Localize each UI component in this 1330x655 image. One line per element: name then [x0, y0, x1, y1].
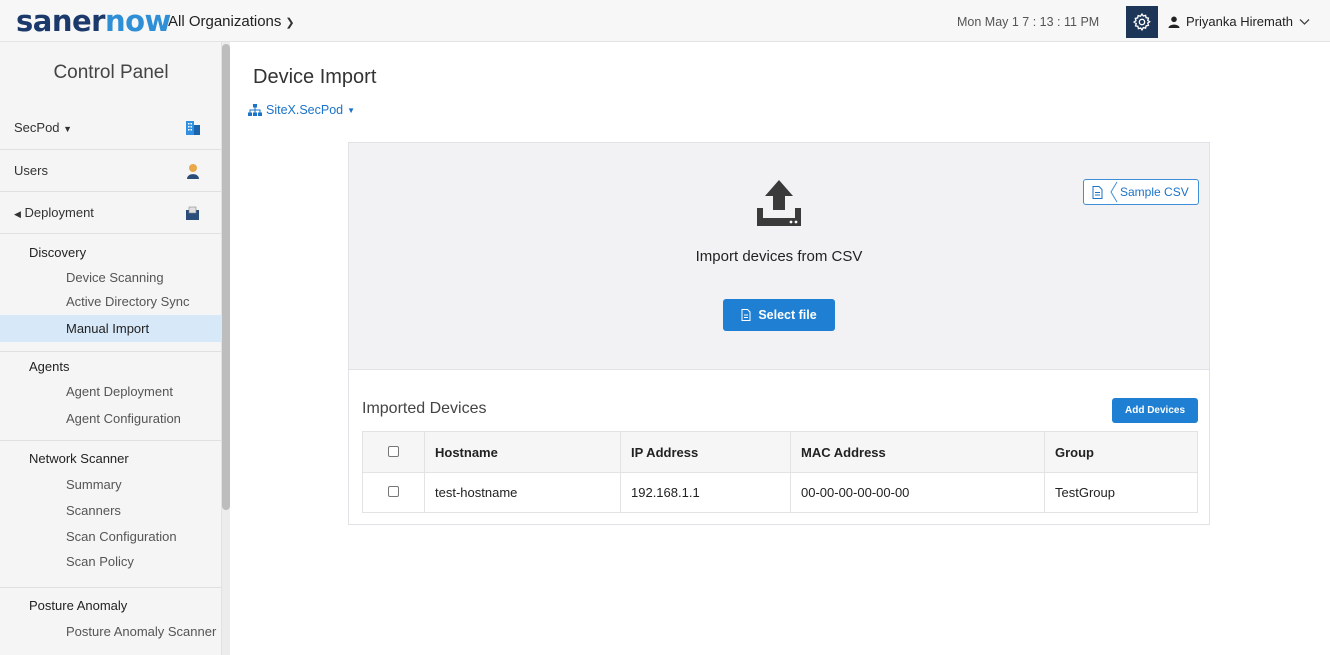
file-icon: [1084, 185, 1110, 199]
sidebar-divider: [0, 351, 222, 352]
site-selector-label: SiteX.SecPod: [266, 103, 344, 117]
sidebar-title: Control Panel: [53, 62, 169, 83]
user-name: Priyanka Hiremath: [1186, 14, 1293, 29]
user-menu[interactable]: Priyanka Hiremath: [1168, 14, 1310, 29]
row-select-cell: [362, 472, 425, 513]
sitemap-icon: [248, 104, 262, 116]
user-avatar-icon: [187, 163, 199, 179]
sidebar-divider: [0, 587, 222, 588]
sample-csv-button[interactable]: Sample CSV: [1083, 179, 1199, 205]
chevron-left-icon: [1110, 181, 1118, 203]
column-header-ip-address[interactable]: IP Address: [620, 431, 791, 473]
account-label: SecPod: [14, 119, 60, 135]
caret-down-icon: ▼: [347, 105, 356, 115]
sidebar-item-deployment[interactable]: ◀ Deployment: [0, 191, 222, 233]
sanernow-logo[interactable]: sanernow: [16, 3, 171, 39]
cell-ip-address: 192.168.1.1: [620, 472, 791, 513]
sample-csv-label: Sample CSV: [1120, 185, 1189, 199]
sidebar-item-agent-deployment[interactable]: Agent Deployment: [0, 380, 222, 404]
import-instructions: Import devices from CSV: [695, 248, 863, 265]
site-selector[interactable]: SiteX.SecPod ▼: [248, 103, 355, 117]
sidebar-scrollbar-thumb[interactable]: [222, 44, 230, 510]
settings-button[interactable]: [1126, 6, 1158, 38]
current-datetime: Mon May 1 7 : 13 : 11 PM: [957, 15, 1100, 29]
sidebar-divider: [0, 233, 222, 234]
user-icon: [1168, 16, 1180, 28]
sidebar-item-scanners[interactable]: Scanners: [0, 499, 222, 523]
cell-group: TestGroup: [1044, 472, 1198, 513]
file-icon: [741, 309, 751, 321]
gear-icon: [1132, 12, 1151, 32]
select-file-button[interactable]: Select file: [723, 299, 835, 331]
sidebar-section-posture-anomaly: Posture Anomaly: [29, 598, 128, 613]
cell-hostname: test-hostname: [424, 472, 621, 513]
sidebar-item-active-directory-sync[interactable]: Active Directory Sync: [0, 290, 222, 314]
building-icon: [186, 121, 200, 135]
sidebar-section-discovery: Discovery: [29, 245, 87, 260]
caret-expanded-icon: ◀: [14, 209, 21, 219]
column-header-group[interactable]: Group: [1044, 431, 1198, 473]
column-header-mac-address[interactable]: MAC Address: [790, 431, 1045, 473]
imported-devices-table: Hostname IP Address MAC Address Group te…: [362, 431, 1198, 513]
column-header-hostname[interactable]: Hostname: [424, 431, 621, 473]
caret-down-icon: ▼: [63, 123, 73, 134]
organization-selector[interactable]: All Organizations ❯: [168, 13, 295, 30]
cell-mac-address: 00-00-00-00-00-00: [790, 472, 1045, 513]
select-file-label: Select file: [758, 308, 817, 322]
table-row: test-hostname 192.168.1.1 00-00-00-00-00…: [362, 472, 1198, 513]
imported-devices-title: Imported Devices: [362, 400, 487, 417]
sidebar-item-label: Users: [14, 163, 48, 178]
upload-icon: [757, 180, 801, 226]
sidebar-item-scan-configuration[interactable]: Scan Configuration: [0, 525, 222, 549]
account-selector[interactable]: SecPod ▼: [0, 106, 222, 148]
sidebar-item-users[interactable]: Users: [0, 149, 222, 191]
sidebar-item-scan-policy[interactable]: Scan Policy: [0, 550, 222, 574]
sidebar-item-summary[interactable]: Summary: [0, 473, 222, 497]
organization-selector-label: All Organizations: [168, 13, 282, 30]
table-header-row: Hostname IP Address MAC Address Group: [362, 431, 1198, 473]
sidebar-item-posture-anomaly-scanner[interactable]: Posture Anomaly Scanner: [0, 620, 222, 644]
sidebar-divider: [0, 440, 222, 441]
row-checkbox[interactable]: [388, 486, 399, 497]
sidebar-item-label: Deployment: [24, 205, 94, 220]
sidebar-item-agent-configuration[interactable]: Agent Configuration: [0, 407, 222, 431]
sidebar-section-network-scanner: Network Scanner: [29, 451, 129, 466]
deployment-icon: [186, 206, 199, 220]
add-devices-button[interactable]: Add Devices: [1112, 398, 1198, 423]
sidebar-section-agents: Agents: [29, 359, 70, 374]
chevron-down-icon: ❯: [285, 17, 295, 29]
select-all-checkbox[interactable]: [388, 445, 399, 457]
sidebar-item-device-scanning[interactable]: Device Scanning: [0, 266, 222, 290]
sidebar-item-manual-import[interactable]: Manual Import: [0, 315, 222, 342]
select-all-cell: [362, 431, 425, 473]
page-title: Device Import: [253, 66, 377, 88]
top-bar: sanernow All Organizations ❯ Mon May 1 7 …: [0, 0, 1330, 42]
chevron-down-icon: [1299, 18, 1310, 25]
